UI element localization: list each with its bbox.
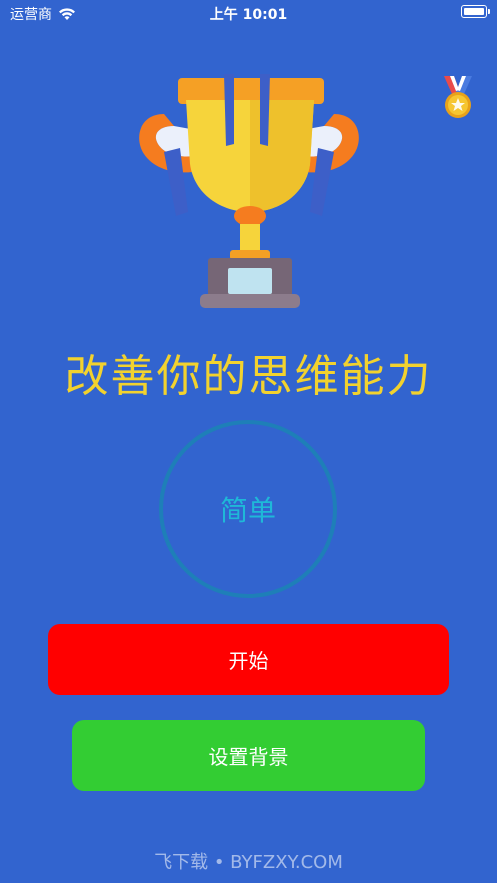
page-title: 改善你的思维能力 — [64, 351, 433, 402]
set-background-button[interactable]: 设置背景 — [72, 720, 425, 791]
difficulty-selector[interactable]: 简单 — [159, 420, 337, 598]
battery-icon — [461, 5, 490, 18]
trophy-icon — [139, 74, 359, 308]
status-bar: 运营商 上午 10:01 — [0, 0, 497, 26]
start-button-label: 开始 — [228, 649, 269, 673]
medal-icon[interactable] — [440, 76, 476, 120]
start-button[interactable]: 开始 — [48, 624, 449, 695]
difficulty-label: 简单 — [219, 494, 276, 527]
set-background-button-label: 设置背景 — [208, 745, 289, 769]
clock: 上午 10:01 — [209, 7, 288, 23]
watermark: 飞下载 • BYFZXY.COM — [154, 852, 343, 873]
